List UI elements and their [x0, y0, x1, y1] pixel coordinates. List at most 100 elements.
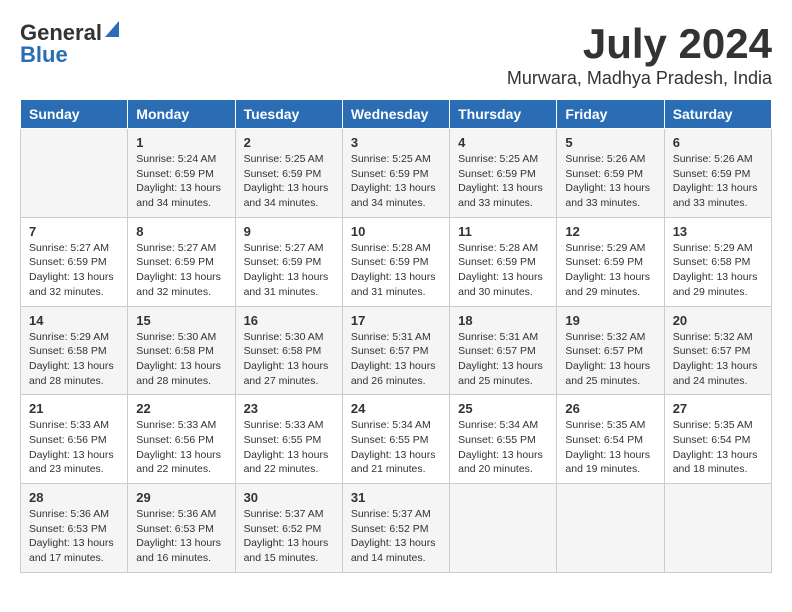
- day-content: Sunrise: 5:30 AM Sunset: 6:58 PM Dayligh…: [136, 330, 226, 389]
- day-number: 2: [244, 135, 334, 150]
- column-header-thursday: Thursday: [450, 100, 557, 129]
- calendar-cell: 3Sunrise: 5:25 AM Sunset: 6:59 PM Daylig…: [342, 129, 449, 218]
- calendar-cell: 26Sunrise: 5:35 AM Sunset: 6:54 PM Dayli…: [557, 395, 664, 484]
- column-header-monday: Monday: [128, 100, 235, 129]
- day-content: Sunrise: 5:29 AM Sunset: 6:59 PM Dayligh…: [565, 241, 655, 300]
- calendar-cell: 22 Sunrise: 5:33 AM Sunset: 6:56 PM Dayli…: [128, 395, 235, 484]
- calendar-cell: 29 Sunrise: 5:36 AM Sunset: 6:53 PM Dayli…: [128, 484, 235, 573]
- day-content: Sunrise: 5:24 AM Sunset: 6:59 PM Dayligh…: [136, 152, 226, 211]
- calendar-week-5: 28 Sunrise: 5:36 AM Sunset: 6:53 PM Dayli…: [21, 484, 772, 573]
- day-number: 14: [29, 313, 119, 328]
- day-number: 3: [351, 135, 441, 150]
- day-number: 4: [458, 135, 548, 150]
- day-number: 1: [136, 135, 226, 150]
- day-number: 18: [458, 313, 548, 328]
- logo-blue: Blue: [20, 42, 68, 68]
- day-content: Sunrise: 5:28 AM Sunset: 6:59 PM Dayligh…: [351, 241, 441, 300]
- day-content: Sunrise: 5:32 AM Sunset: 6:57 PM Dayligh…: [673, 330, 763, 389]
- calendar-cell: 25Sunrise: 5:34 AM Sunset: 6:55 PM Dayli…: [450, 395, 557, 484]
- day-number: 23: [244, 401, 334, 416]
- day-content: Sunrise: 5:33 AM Sunset: 6:56 PM Dayligh…: [29, 418, 119, 477]
- calendar-cell: 11 Sunrise: 5:28 AM Sunset: 6:59 PM Dayli…: [450, 217, 557, 306]
- column-header-friday: Friday: [557, 100, 664, 129]
- calendar-cell: 23 Sunrise: 5:33 AM Sunset: 6:55 PM Dayli…: [235, 395, 342, 484]
- column-header-tuesday: Tuesday: [235, 100, 342, 129]
- calendar-cell: [450, 484, 557, 573]
- day-content: Sunrise: 5:27 AM Sunset: 6:59 PM Dayligh…: [29, 241, 119, 300]
- day-content: Sunrise: 5:27 AM Sunset: 6:59 PM Dayligh…: [136, 241, 226, 300]
- day-number: 20: [673, 313, 763, 328]
- day-number: 19: [565, 313, 655, 328]
- calendar-header-row: SundayMondayTuesdayWednesdayThursdayFrid…: [21, 100, 772, 129]
- calendar-cell: 24 Sunrise: 5:34 AM Sunset: 6:55 PM Dayli…: [342, 395, 449, 484]
- calendar-week-1: 1 Sunrise: 5:24 AM Sunset: 6:59 PM Daylig…: [21, 129, 772, 218]
- day-content: Sunrise: 5:25 AM Sunset: 6:59 PM Dayligh…: [458, 152, 548, 211]
- calendar-cell: 12 Sunrise: 5:29 AM Sunset: 6:59 PM Dayli…: [557, 217, 664, 306]
- day-content: Sunrise: 5:36 AM Sunset: 6:53 PM Dayligh…: [136, 507, 226, 566]
- day-number: 27: [673, 401, 763, 416]
- day-number: 8: [136, 224, 226, 239]
- day-number: 15: [136, 313, 226, 328]
- day-content: Sunrise: 5:33 AM Sunset: 6:56 PM Dayligh…: [136, 418, 226, 477]
- day-content: Sunrise: 5:34 AM Sunset: 6:55 PM Dayligh…: [351, 418, 441, 477]
- day-content: Sunrise: 5:33 AM Sunset: 6:55 PM Dayligh…: [244, 418, 334, 477]
- day-number: 10: [351, 224, 441, 239]
- day-content: Sunrise: 5:37 AM Sunset: 6:52 PM Dayligh…: [244, 507, 334, 566]
- calendar-cell: 2Sunrise: 5:25 AM Sunset: 6:59 PM Daylig…: [235, 129, 342, 218]
- day-number: 16: [244, 313, 334, 328]
- day-number: 28: [29, 490, 119, 505]
- title-section: July 2024 Murwara, Madhya Pradesh, India: [507, 20, 772, 89]
- day-number: 12: [565, 224, 655, 239]
- calendar-cell: 30 Sunrise: 5:37 AM Sunset: 6:52 PM Dayli…: [235, 484, 342, 573]
- calendar-cell: 13Sunrise: 5:29 AM Sunset: 6:58 PM Dayli…: [664, 217, 771, 306]
- day-number: 22: [136, 401, 226, 416]
- calendar-cell: 14Sunrise: 5:29 AM Sunset: 6:58 PM Dayli…: [21, 306, 128, 395]
- day-content: Sunrise: 5:29 AM Sunset: 6:58 PM Dayligh…: [673, 241, 763, 300]
- header: General Blue July 2024 Murwara, Madhya P…: [20, 20, 772, 89]
- calendar-cell: 7 Sunrise: 5:27 AM Sunset: 6:59 PM Daylig…: [21, 217, 128, 306]
- calendar-cell: 1 Sunrise: 5:24 AM Sunset: 6:59 PM Daylig…: [128, 129, 235, 218]
- day-content: Sunrise: 5:35 AM Sunset: 6:54 PM Dayligh…: [565, 418, 655, 477]
- calendar-cell: 8 Sunrise: 5:27 AM Sunset: 6:59 PM Daylig…: [128, 217, 235, 306]
- calendar-cell: 15 Sunrise: 5:30 AM Sunset: 6:58 PM Dayli…: [128, 306, 235, 395]
- day-number: 30: [244, 490, 334, 505]
- day-content: Sunrise: 5:26 AM Sunset: 6:59 PM Dayligh…: [565, 152, 655, 211]
- calendar-cell: 31 Sunrise: 5:37 AM Sunset: 6:52 PM Dayli…: [342, 484, 449, 573]
- day-number: 25: [458, 401, 548, 416]
- calendar-cell: 4 Sunrise: 5:25 AM Sunset: 6:59 PM Daylig…: [450, 129, 557, 218]
- calendar-week-4: 21 Sunrise: 5:33 AM Sunset: 6:56 PM Dayli…: [21, 395, 772, 484]
- day-number: 29: [136, 490, 226, 505]
- calendar-cell: 9 Sunrise: 5:27 AM Sunset: 6:59 PM Daylig…: [235, 217, 342, 306]
- calendar-cell: 18 Sunrise: 5:31 AM Sunset: 6:57 PM Dayli…: [450, 306, 557, 395]
- calendar-week-2: 7 Sunrise: 5:27 AM Sunset: 6:59 PM Daylig…: [21, 217, 772, 306]
- day-content: Sunrise: 5:37 AM Sunset: 6:52 PM Dayligh…: [351, 507, 441, 566]
- day-content: Sunrise: 5:30 AM Sunset: 6:58 PM Dayligh…: [244, 330, 334, 389]
- column-header-saturday: Saturday: [664, 100, 771, 129]
- column-header-sunday: Sunday: [21, 100, 128, 129]
- logo-triangle: [105, 21, 119, 42]
- day-number: 9: [244, 224, 334, 239]
- day-number: 21: [29, 401, 119, 416]
- location-title: Murwara, Madhya Pradesh, India: [507, 68, 772, 89]
- calendar-table: SundayMondayTuesdayWednesdayThursdayFrid…: [20, 99, 772, 573]
- day-number: 24: [351, 401, 441, 416]
- day-number: 6: [673, 135, 763, 150]
- day-number: 17: [351, 313, 441, 328]
- day-content: Sunrise: 5:36 AM Sunset: 6:53 PM Dayligh…: [29, 507, 119, 566]
- day-content: Sunrise: 5:26 AM Sunset: 6:59 PM Dayligh…: [673, 152, 763, 211]
- day-number: 31: [351, 490, 441, 505]
- calendar-cell: 21 Sunrise: 5:33 AM Sunset: 6:56 PM Dayli…: [21, 395, 128, 484]
- calendar-cell: 5 Sunrise: 5:26 AM Sunset: 6:59 PM Daylig…: [557, 129, 664, 218]
- day-number: 11: [458, 224, 548, 239]
- day-number: 5: [565, 135, 655, 150]
- day-content: Sunrise: 5:27 AM Sunset: 6:59 PM Dayligh…: [244, 241, 334, 300]
- day-content: Sunrise: 5:31 AM Sunset: 6:57 PM Dayligh…: [351, 330, 441, 389]
- day-content: Sunrise: 5:28 AM Sunset: 6:59 PM Dayligh…: [458, 241, 548, 300]
- day-content: Sunrise: 5:31 AM Sunset: 6:57 PM Dayligh…: [458, 330, 548, 389]
- calendar-cell: 19Sunrise: 5:32 AM Sunset: 6:57 PM Dayli…: [557, 306, 664, 395]
- day-content: Sunrise: 5:35 AM Sunset: 6:54 PM Dayligh…: [673, 418, 763, 477]
- calendar-body: 1 Sunrise: 5:24 AM Sunset: 6:59 PM Daylig…: [21, 129, 772, 573]
- day-number: 7: [29, 224, 119, 239]
- calendar-week-3: 14Sunrise: 5:29 AM Sunset: 6:58 PM Dayli…: [21, 306, 772, 395]
- column-header-wednesday: Wednesday: [342, 100, 449, 129]
